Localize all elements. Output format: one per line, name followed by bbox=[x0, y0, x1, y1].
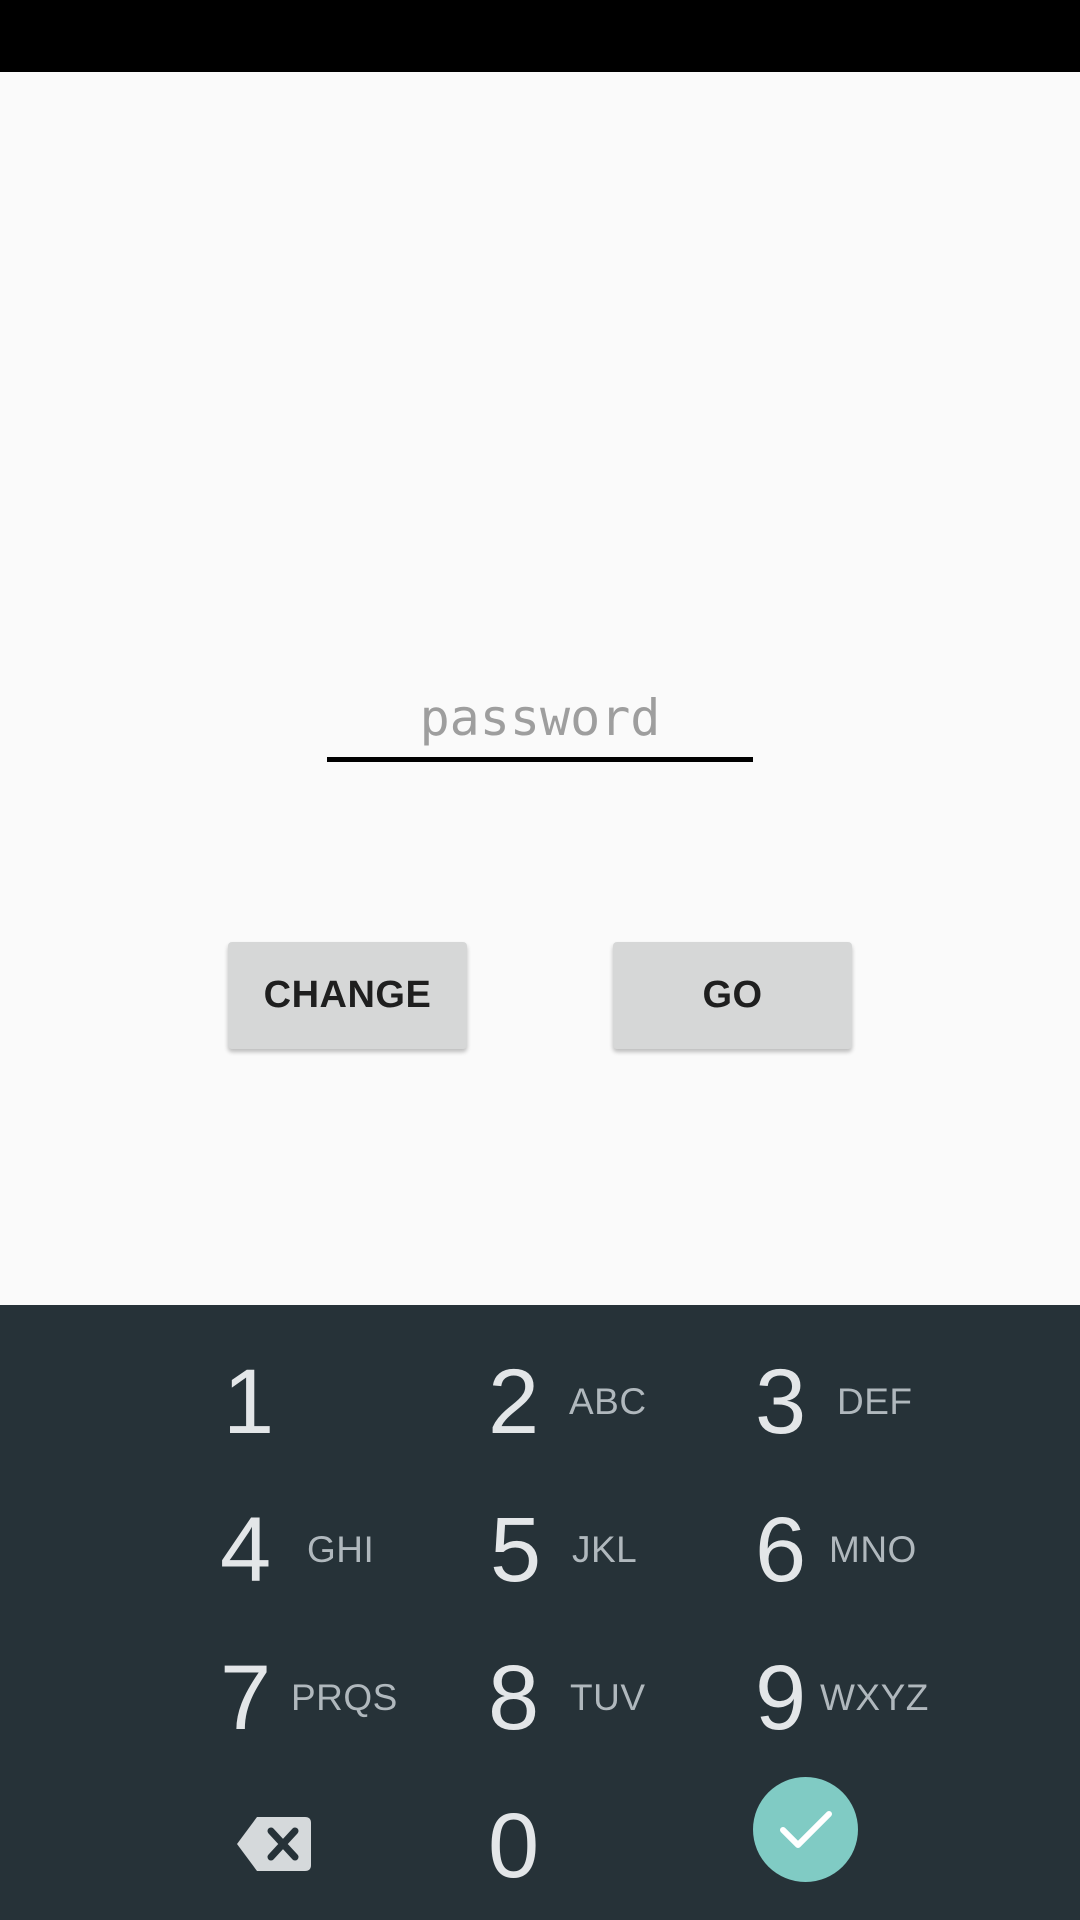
key-digit: 8 bbox=[488, 1647, 540, 1749]
key-letters: ABC bbox=[569, 1381, 647, 1422]
key-1[interactable]: 1 bbox=[190, 1332, 450, 1472]
key-letters: MNO bbox=[829, 1529, 917, 1570]
key-3[interactable]: 3 DEF bbox=[730, 1332, 990, 1472]
key-5[interactable]: 5 JKL bbox=[460, 1480, 720, 1620]
backspace-icon[interactable] bbox=[237, 1817, 311, 1871]
key-4[interactable]: 4 GHI bbox=[190, 1480, 450, 1620]
key-8[interactable]: 8 TUV bbox=[460, 1628, 720, 1768]
key-9[interactable]: 9 WXYZ bbox=[730, 1628, 990, 1768]
done-button[interactable] bbox=[753, 1777, 858, 1882]
key-digit: 9 bbox=[755, 1647, 807, 1749]
key-letters: PRQS bbox=[291, 1677, 398, 1718]
key-letters: WXYZ bbox=[820, 1677, 929, 1718]
key-0[interactable]: 0 bbox=[460, 1776, 720, 1916]
key-6[interactable]: 6 MNO bbox=[730, 1480, 990, 1620]
key-2[interactable]: 2 ABC bbox=[460, 1332, 720, 1472]
key-letters: GHI bbox=[307, 1529, 375, 1570]
key-digit: 2 bbox=[488, 1351, 540, 1453]
key-letters: TUV bbox=[570, 1677, 646, 1718]
key-digit: 6 bbox=[755, 1499, 807, 1601]
key-digit: 4 bbox=[220, 1499, 272, 1601]
password-input[interactable] bbox=[327, 678, 753, 762]
key-7[interactable]: 7 PRQS bbox=[190, 1628, 450, 1768]
key-letters: DEF bbox=[837, 1381, 913, 1422]
key-digit: 5 bbox=[490, 1499, 542, 1601]
key-digit: 7 bbox=[220, 1647, 272, 1749]
change-button[interactable]: CHANGE bbox=[228, 942, 467, 1049]
key-letters: JKL bbox=[572, 1529, 638, 1570]
check-icon bbox=[779, 1810, 832, 1848]
go-button[interactable]: GO bbox=[613, 942, 852, 1049]
key-digit: 1 bbox=[223, 1351, 275, 1453]
status-bar bbox=[0, 0, 1080, 72]
key-digit: 3 bbox=[755, 1351, 807, 1453]
key-digit: 0 bbox=[488, 1795, 540, 1897]
